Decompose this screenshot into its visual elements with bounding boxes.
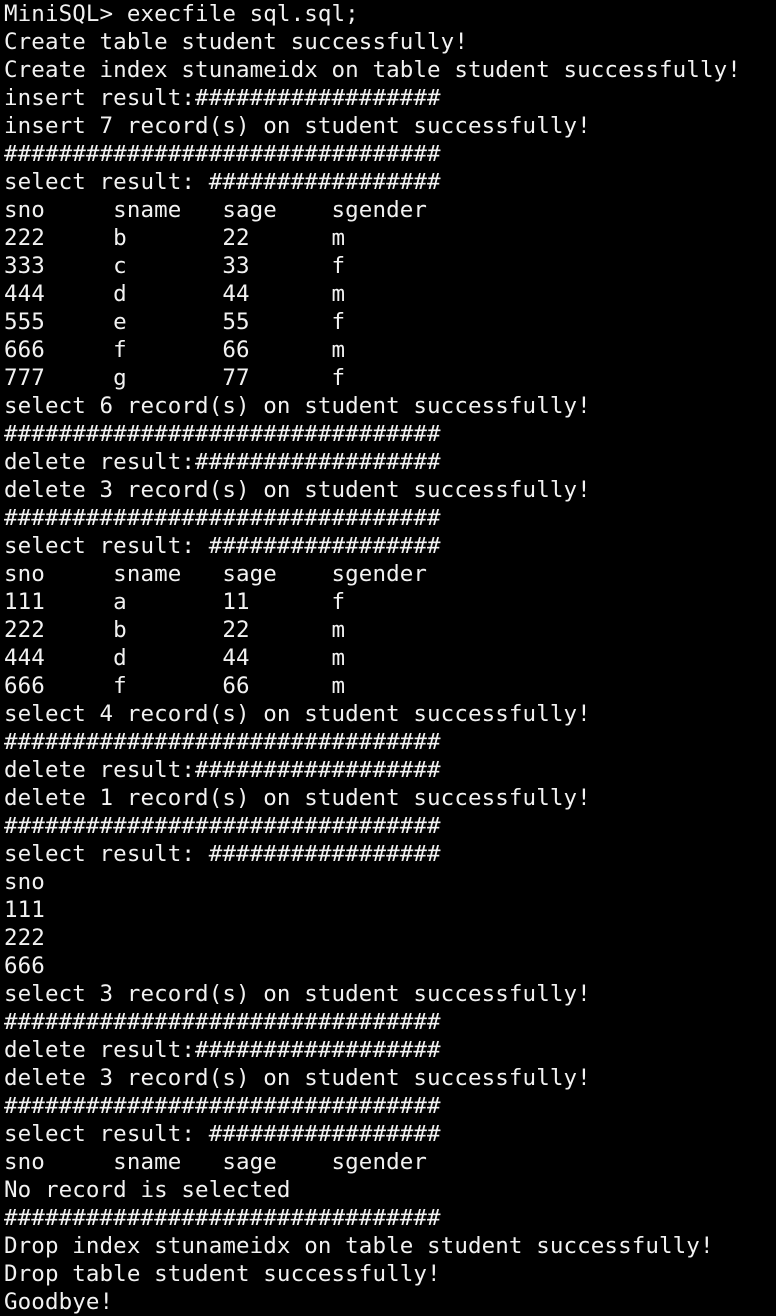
table-row-line: 666 bbox=[4, 953, 45, 979]
output-line: select 4 record(s) on student successful… bbox=[4, 701, 591, 727]
table-header-line: sno sname sage sgender bbox=[4, 561, 428, 587]
output-line: delete 1 record(s) on student successful… bbox=[4, 785, 591, 811]
table-row-line: 111 a 11 f bbox=[4, 589, 346, 615]
table-header-line: sno sname sage sgender bbox=[4, 1149, 428, 1175]
output-line: Create index stunameidx on table student… bbox=[4, 57, 741, 83]
output-line: insert 7 record(s) on student successful… bbox=[4, 113, 591, 139]
separator-line: ################################ bbox=[4, 1009, 441, 1035]
output-line: No record is selected bbox=[4, 1177, 291, 1203]
table-row-line: 222 b 22 m bbox=[4, 617, 346, 643]
table-row-line: 444 d 44 m bbox=[4, 645, 346, 671]
table-row-line: 777 g 77 f bbox=[4, 365, 346, 391]
output-line: delete result:################## bbox=[4, 757, 441, 783]
output-line: Goodbye! bbox=[4, 1289, 114, 1315]
output-line: delete result:################## bbox=[4, 1037, 441, 1063]
table-row-line: 666 f 66 m bbox=[4, 337, 346, 363]
output-line: select result: ################# bbox=[4, 169, 441, 195]
output-line: delete 3 record(s) on student successful… bbox=[4, 477, 591, 503]
separator-line: ################################ bbox=[4, 421, 441, 447]
terminal-window[interactable]: MiniSQL> execfile sql.sql; Create table … bbox=[0, 0, 776, 1316]
separator-line: ################################ bbox=[4, 1093, 441, 1119]
table-row-line: 666 f 66 m bbox=[4, 673, 346, 699]
table-row-line: 555 e 55 f bbox=[4, 309, 346, 335]
output-line: select result: ################# bbox=[4, 533, 441, 559]
table-row-line: 222 b 22 m bbox=[4, 225, 346, 251]
separator-line: ################################ bbox=[4, 141, 441, 167]
output-line: Create table student successfully! bbox=[4, 29, 468, 55]
output-line: insert result:################## bbox=[4, 85, 441, 111]
output-line: select result: ################# bbox=[4, 1121, 441, 1147]
output-line: select 3 record(s) on student successful… bbox=[4, 981, 591, 1007]
output-line: Drop index stunameidx on table student s… bbox=[4, 1233, 714, 1259]
command-prompt-line: MiniSQL> execfile sql.sql; bbox=[4, 1, 359, 27]
output-line: select result: ################# bbox=[4, 841, 441, 867]
output-line: Drop table student successfully! bbox=[4, 1261, 441, 1287]
table-row-line: 333 c 33 f bbox=[4, 253, 346, 279]
table-row-line: 444 d 44 m bbox=[4, 281, 346, 307]
separator-line: ################################ bbox=[4, 813, 441, 839]
table-row-line: 222 bbox=[4, 925, 45, 951]
table-row-line: 111 bbox=[4, 897, 45, 923]
output-line: delete result:################## bbox=[4, 449, 441, 475]
output-line: delete 3 record(s) on student successful… bbox=[4, 1065, 591, 1091]
table-header-line: sno bbox=[4, 869, 45, 895]
separator-line: ################################ bbox=[4, 505, 441, 531]
separator-line: ################################ bbox=[4, 729, 441, 755]
table-header-line: sno sname sage sgender bbox=[4, 197, 428, 223]
separator-line: ################################ bbox=[4, 1205, 441, 1231]
output-line: select 6 record(s) on student successful… bbox=[4, 393, 591, 419]
